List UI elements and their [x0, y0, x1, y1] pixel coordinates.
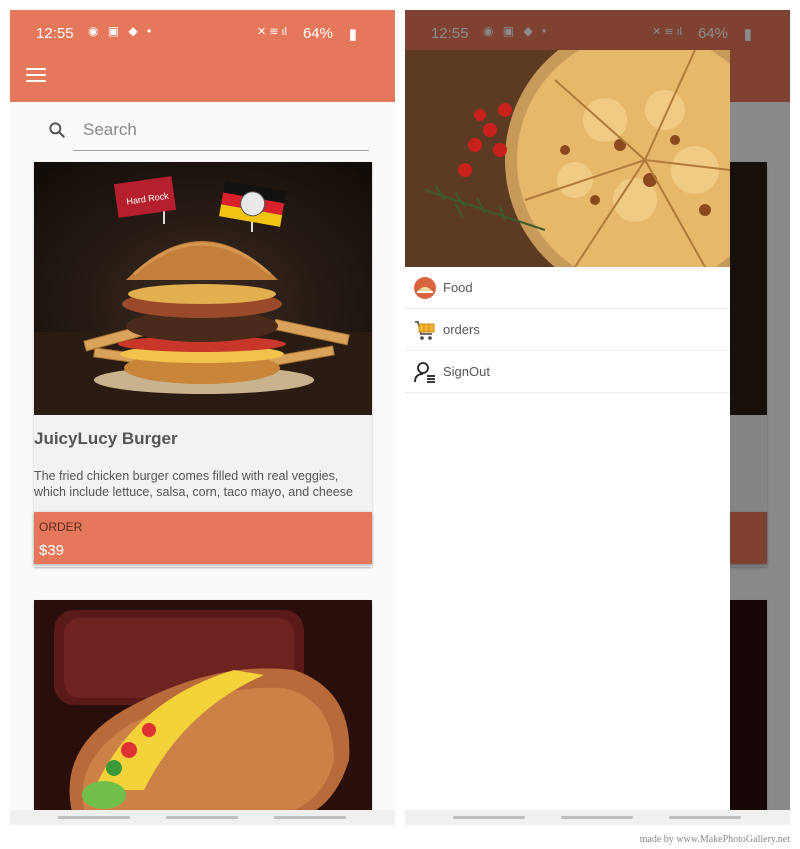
- nav-home[interactable]: [166, 816, 238, 819]
- nav-recents[interactable]: [453, 816, 525, 819]
- signal-icons: ✕ ≋ ıl: [256, 26, 287, 38]
- taco-image: [34, 600, 372, 810]
- product-card[interactable]: Hard Rock JuicyLucy Burger The fried chi…: [34, 162, 372, 567]
- nav-recents[interactable]: [58, 816, 130, 819]
- battery-level: 64%: [302, 25, 333, 42]
- order-label: ORDER: [39, 520, 83, 534]
- drawer-item-label: Food: [443, 280, 473, 295]
- product-description: The fried chicken burger comes filled wi…: [34, 469, 353, 499]
- drawer-item-label: SignOut: [443, 364, 490, 379]
- watermark: made by www.MakePhotoGallery.net: [639, 834, 790, 845]
- product-card[interactable]: [34, 600, 372, 810]
- user-signout-icon: [414, 362, 435, 383]
- notification-icons: ◉ ▣ ◆ •: [88, 24, 155, 38]
- menu-icon[interactable]: [26, 68, 46, 84]
- product-list[interactable]: Hard Rock JuicyLucy Burger The fried chi…: [10, 102, 395, 810]
- nav-back[interactable]: [274, 816, 346, 819]
- status-time: 12:55: [36, 25, 74, 42]
- drawer-item-orders[interactable]: orders: [405, 309, 730, 351]
- product-price: $39: [39, 542, 65, 559]
- order-button[interactable]: ORDER $39: [34, 512, 372, 564]
- search-bar: [49, 114, 369, 151]
- drawer-item-label: orders: [443, 322, 480, 337]
- phone-screen-drawer: 12:55 ◉ ▣ ◆ • ✕ ≋ ıl 64% ▮ Food orders S…: [405, 10, 790, 825]
- phone-screen-main: 12:55 ◉ ▣ ◆ • ✕ ≋ ıl 64% ▮ Search Hard R…: [10, 10, 395, 825]
- product-title: JuicyLucy Burger: [34, 429, 178, 448]
- system-nav-bar: [10, 810, 395, 825]
- search-input[interactable]: [81, 119, 355, 141]
- food-icon: [414, 277, 436, 299]
- app-bar: [10, 52, 395, 102]
- cart-icon: [415, 321, 435, 340]
- drawer-item-signout[interactable]: SignOut: [405, 351, 730, 393]
- navigation-drawer: Food orders SignOut: [405, 50, 730, 810]
- nav-home[interactable]: [561, 816, 633, 819]
- nav-back[interactable]: [669, 816, 741, 819]
- battery-icon: ▮: [348, 26, 357, 43]
- drawer-header-pizza-image: [405, 50, 730, 267]
- burger-image: Hard Rock: [34, 162, 372, 415]
- status-bar: 12:55 ◉ ▣ ◆ • ✕ ≋ ıl 64% ▮: [10, 10, 395, 52]
- drawer-item-food[interactable]: Food: [405, 267, 730, 309]
- search-icon[interactable]: [47, 120, 67, 140]
- system-nav-bar: [405, 810, 790, 825]
